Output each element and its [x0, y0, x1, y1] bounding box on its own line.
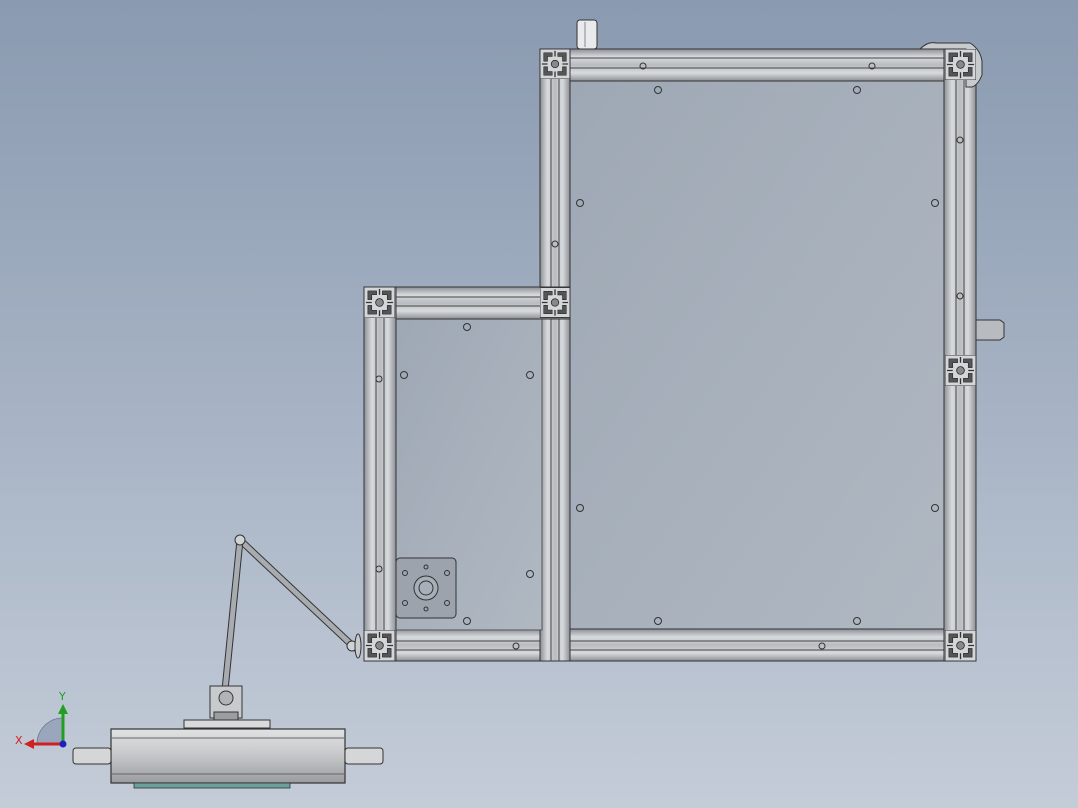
middle-upright — [539, 48, 571, 662]
triad-x-label: X — [15, 734, 23, 747]
large-panel — [566, 78, 948, 632]
top-knob — [576, 19, 598, 50]
base-stand — [72, 719, 384, 789]
cad-drawing-canvas: Y X — [15, 19, 1005, 789]
small-frame — [363, 286, 571, 662]
coordinate-triad: Y X — [15, 690, 68, 749]
motor-mount-plate — [395, 557, 457, 619]
base-plate — [133, 782, 291, 789]
small-left-upright — [363, 286, 397, 662]
triad-arc-icon — [36, 717, 64, 745]
triad-y-label: Y — [58, 690, 66, 703]
base-stub-right — [344, 747, 384, 765]
large-top-rail — [539, 48, 977, 82]
base-stand-body — [110, 728, 346, 784]
bottom-rail — [363, 628, 977, 662]
linkage-arm — [209, 534, 362, 721]
arm-pivot-top — [234, 534, 246, 546]
base-stub-left — [72, 747, 112, 765]
side-handle — [975, 319, 1005, 341]
triad-origin — [59, 740, 67, 748]
